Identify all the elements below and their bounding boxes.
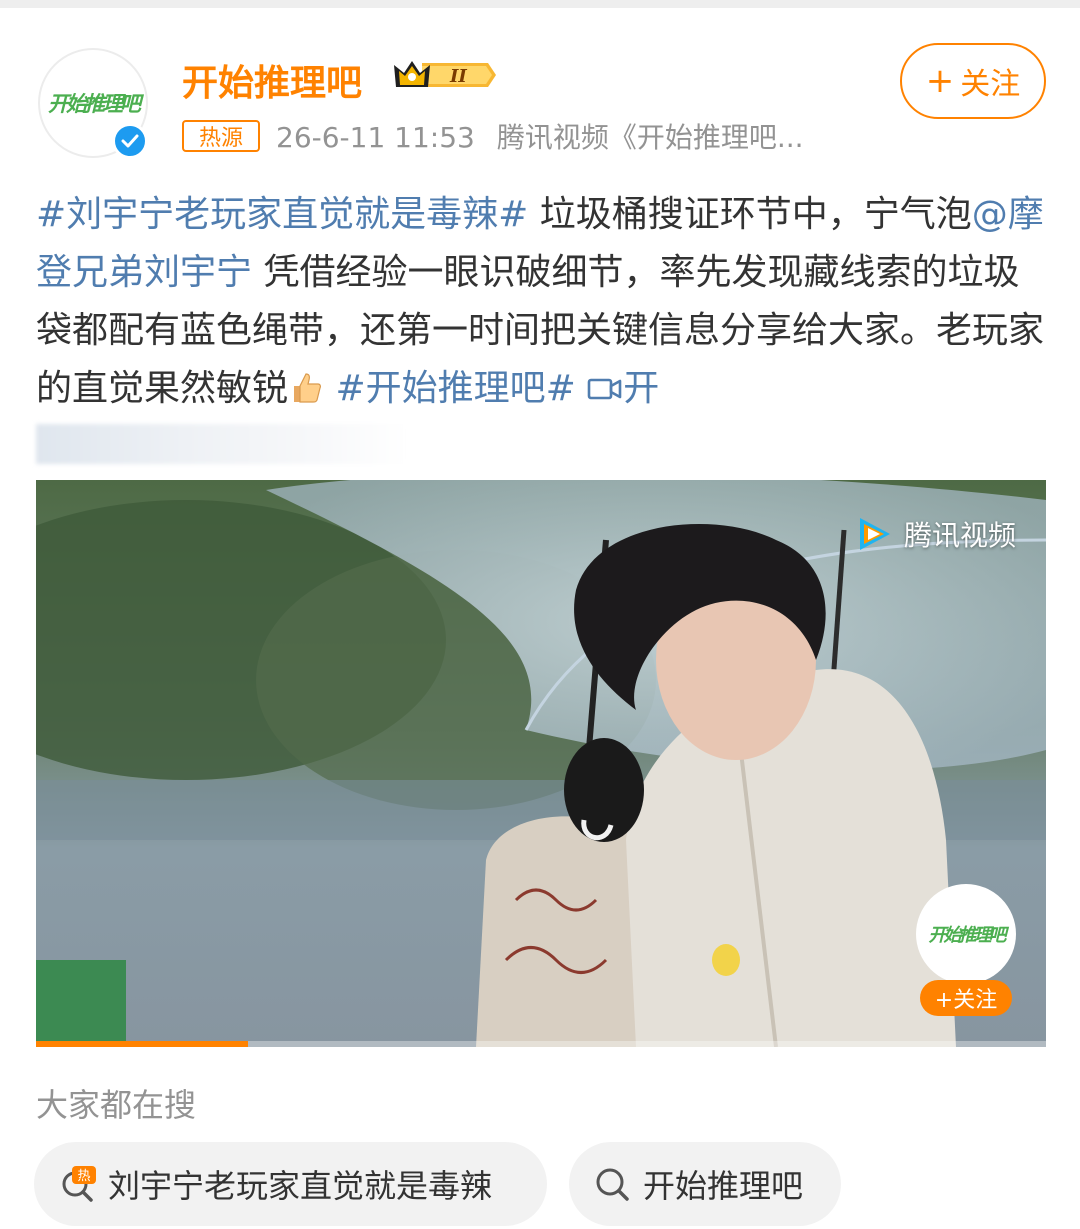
hot-search-icon: 热	[62, 1166, 96, 1202]
hashtag-link[interactable]: #刘宇宁老玩家直觉就是毒辣#	[36, 194, 528, 235]
trending-search-chip[interactable]: 热 刘宇宁老玩家直觉就是毒辣	[34, 1142, 547, 1226]
search-chip-label: 开始推理吧	[643, 1167, 804, 1205]
video-progress-fill	[36, 1041, 249, 1047]
follow-label: 关注	[960, 67, 1021, 102]
video-link[interactable]: 开	[587, 368, 659, 409]
post-meta: 26-6-11 11:53 腾讯视频《开始推理吧...	[276, 116, 804, 156]
overlay-account-avatar[interactable]: 开始推理吧	[916, 884, 1016, 984]
video-watermark: 腾讯视频	[854, 514, 1016, 554]
rank-text: II	[449, 66, 467, 87]
watermark-text: 腾讯视频	[903, 519, 1016, 552]
follow-button[interactable]: + 关注	[900, 43, 1046, 119]
video-frame	[36, 480, 1046, 1047]
search-chip-label: 刘宇宁老玩家直觉就是毒辣	[108, 1167, 493, 1205]
trending-search-chip[interactable]: 开始推理吧	[569, 1142, 841, 1226]
video-progress-track[interactable]	[36, 1041, 1046, 1047]
video-player[interactable]: 腾讯视频 开始推理吧 +关注	[36, 480, 1046, 1047]
post-timestamp: 26-6-11 11:53	[276, 121, 475, 154]
thumbs-up-icon	[294, 373, 322, 403]
video-link-text: 开	[623, 368, 660, 409]
top-divider	[0, 0, 1080, 8]
crown-rank-icon: II	[392, 57, 500, 93]
blurred-text-line	[36, 424, 406, 464]
overlay-follow-button[interactable]: +关注	[920, 980, 1012, 1016]
avatar-logo-text: 开始推理吧	[48, 92, 141, 116]
search-icon	[596, 1168, 629, 1201]
post-body-1: 垃圾桶搜证环节中，宁气泡	[528, 194, 972, 235]
plus-icon: +	[925, 61, 955, 101]
overlay-avatar-text: 开始推理吧	[928, 925, 1007, 946]
trending-searches-title: 大家都在搜	[36, 1086, 197, 1124]
post-source[interactable]: 腾讯视频《开始推理吧...	[497, 121, 804, 154]
verified-badge-icon	[112, 123, 148, 159]
account-name[interactable]: 开始推理吧	[182, 54, 362, 106]
tencent-video-logo-icon	[859, 518, 890, 550]
post-text: #刘宇宁老玩家直觉就是毒辣# 垃圾桶搜证环节中，宁气泡@摩登兄弟刘宇宁 凭借经验…	[36, 186, 1046, 418]
hashtag-link-2[interactable]: #开始推理吧#	[335, 368, 575, 409]
source-tag: 热源	[182, 120, 260, 152]
video-camera-icon	[587, 378, 622, 400]
svg-text:热: 热	[77, 1169, 90, 1184]
